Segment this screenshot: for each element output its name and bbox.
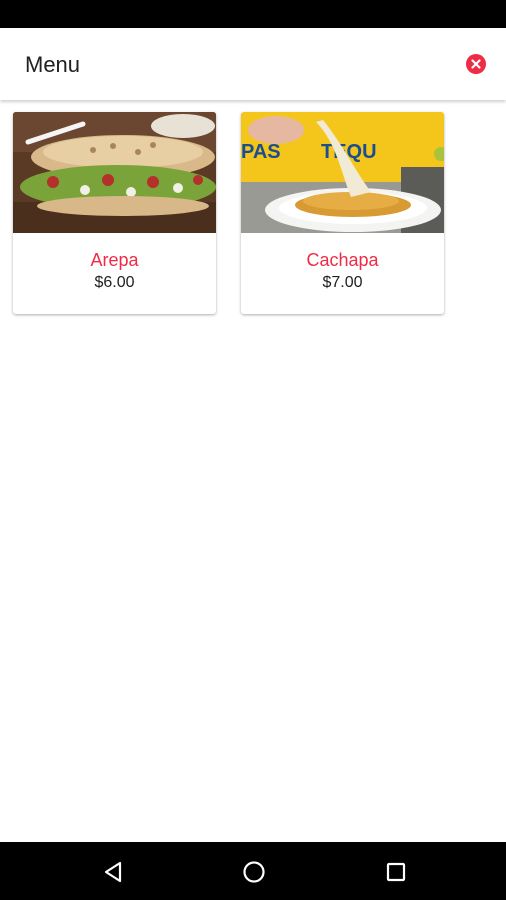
item-name: Arepa: [90, 250, 139, 270]
item-price: $7.00: [322, 274, 363, 291]
navigation-bar: [0, 842, 506, 900]
cachapa-image: PAS TEQU: [241, 112, 444, 233]
status-bar: [0, 0, 506, 28]
item-name: Cachapa: [306, 250, 379, 270]
page-title: Menu: [25, 52, 81, 77]
svg-text:PAS: PAS: [241, 141, 281, 163]
arepa-image: [13, 112, 216, 233]
menu-card-arepa[interactable]: Arepa $6.00: [13, 112, 216, 314]
back-triangle-icon[interactable]: [100, 858, 128, 886]
app-bar: Menu: [0, 28, 506, 100]
close-icon[interactable]: [466, 54, 486, 74]
home-circle-icon[interactable]: [240, 858, 268, 886]
item-price: $6.00: [94, 274, 135, 291]
menu-card-cachapa[interactable]: PAS TEQU Cachapa $7.00: [241, 112, 444, 314]
recents-square-icon[interactable]: [382, 858, 410, 886]
